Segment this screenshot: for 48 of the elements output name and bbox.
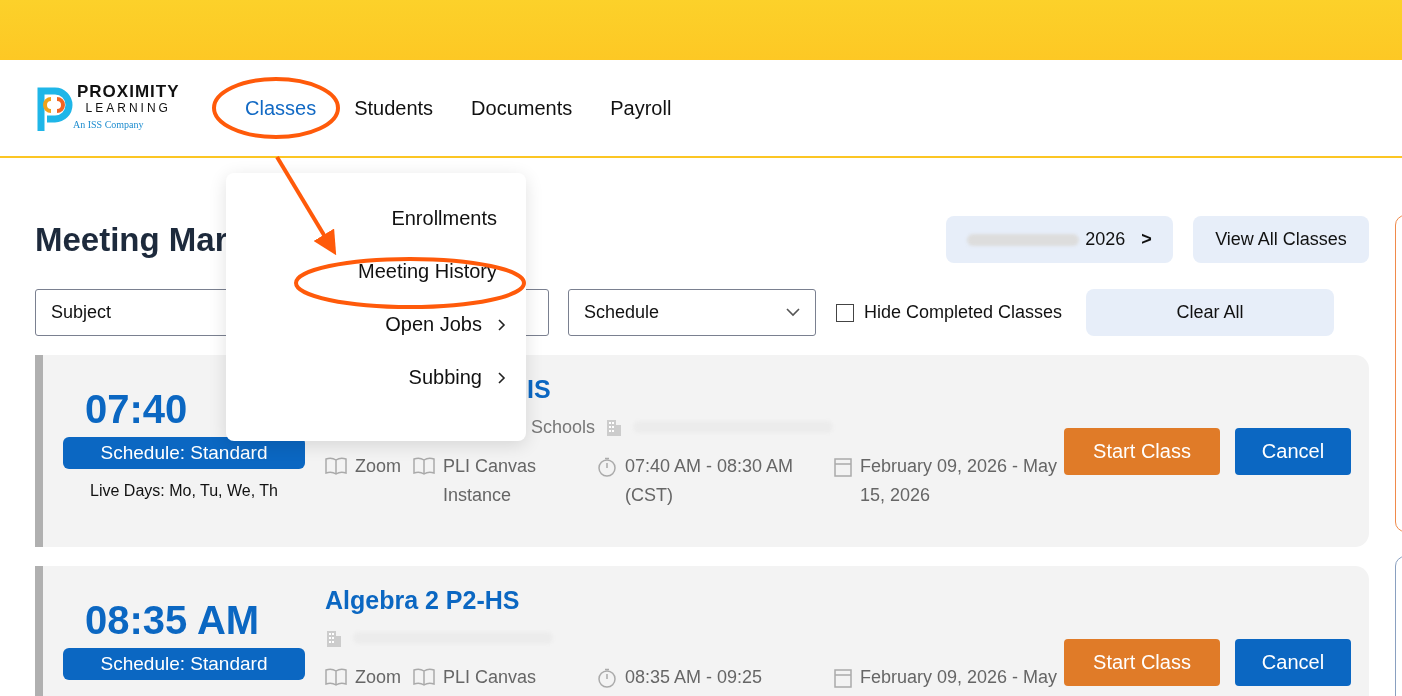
logo-tagline: An ISS Company — [72, 119, 144, 130]
view-all-button[interactable]: View All Classes — [1193, 216, 1369, 263]
logo-icon — [37, 87, 73, 133]
book-icon — [413, 457, 435, 475]
menu-item[interactable]: Subbing — [226, 363, 526, 392]
nav-link[interactable]: Payroll — [610, 96, 672, 120]
nav-link[interactable]: Documents — [471, 96, 573, 120]
class-hours: 07:40 AM - 08:30 AM (CST) — [625, 455, 795, 507]
clear-all-button[interactable]: Clear All — [1086, 289, 1335, 336]
page-title: Meeting Mar — [35, 220, 228, 259]
schedule-badge: Schedule: Standard — [63, 648, 305, 680]
schedule-badge: Schedule: Standard — [63, 437, 305, 469]
platform-text: Zoom — [355, 455, 401, 478]
menu-item[interactable]: Open Jobs — [226, 310, 526, 339]
building-icon — [325, 628, 343, 648]
checkbox-label: Hide Completed Classes — [864, 302, 1063, 323]
date-button[interactable]: 2026 > — [946, 216, 1173, 263]
book-icon — [325, 668, 347, 686]
class-dates: February 09, 2026 - May 15, 2026 — [860, 455, 1059, 507]
chevron-down-icon — [786, 308, 800, 317]
school-name: Schools — [531, 416, 596, 438]
building-icon — [605, 417, 624, 437]
timer-icon — [597, 668, 617, 688]
schedule-dropdown[interactable]: Schedule — [568, 289, 816, 336]
nav-link[interactable]: Students — [354, 96, 434, 120]
logo-name: PROXIMITY — [77, 83, 180, 101]
timer-icon — [597, 457, 617, 477]
menu-item[interactable]: Enrollments — [226, 204, 526, 233]
lms-text: PLI Canvas — [443, 666, 537, 689]
cancel-button[interactable]: Cancel — [1235, 638, 1351, 686]
live-days: Live Days: Mo, Tu, We, Th — [90, 482, 278, 500]
book-icon — [325, 457, 347, 475]
class-title[interactable]: IS — [527, 375, 1064, 404]
calendar-icon — [834, 457, 852, 477]
menu-item[interactable]: Meeting History — [226, 257, 526, 286]
checkbox[interactable] — [836, 303, 854, 322]
class-hours: 08:35 AM - 09:25 — [625, 666, 763, 689]
book-icon — [413, 668, 435, 686]
class-dates: February 09, 2026 - May — [860, 666, 1058, 689]
nav-link[interactable]: Classes — [245, 96, 317, 120]
cancel-button[interactable]: Cancel — [1235, 427, 1351, 475]
calendar-icon — [834, 668, 852, 688]
class-time: 08:35 AM — [85, 598, 260, 644]
class-title[interactable]: Algebra 2 P2-HS — [325, 586, 1064, 615]
platform-text: Zoom — [355, 666, 401, 689]
class-time: 07:40 — [85, 387, 188, 433]
logo-name: LEARNING — [85, 101, 171, 115]
lms-text: PLI Canvas Instance — [443, 455, 538, 507]
